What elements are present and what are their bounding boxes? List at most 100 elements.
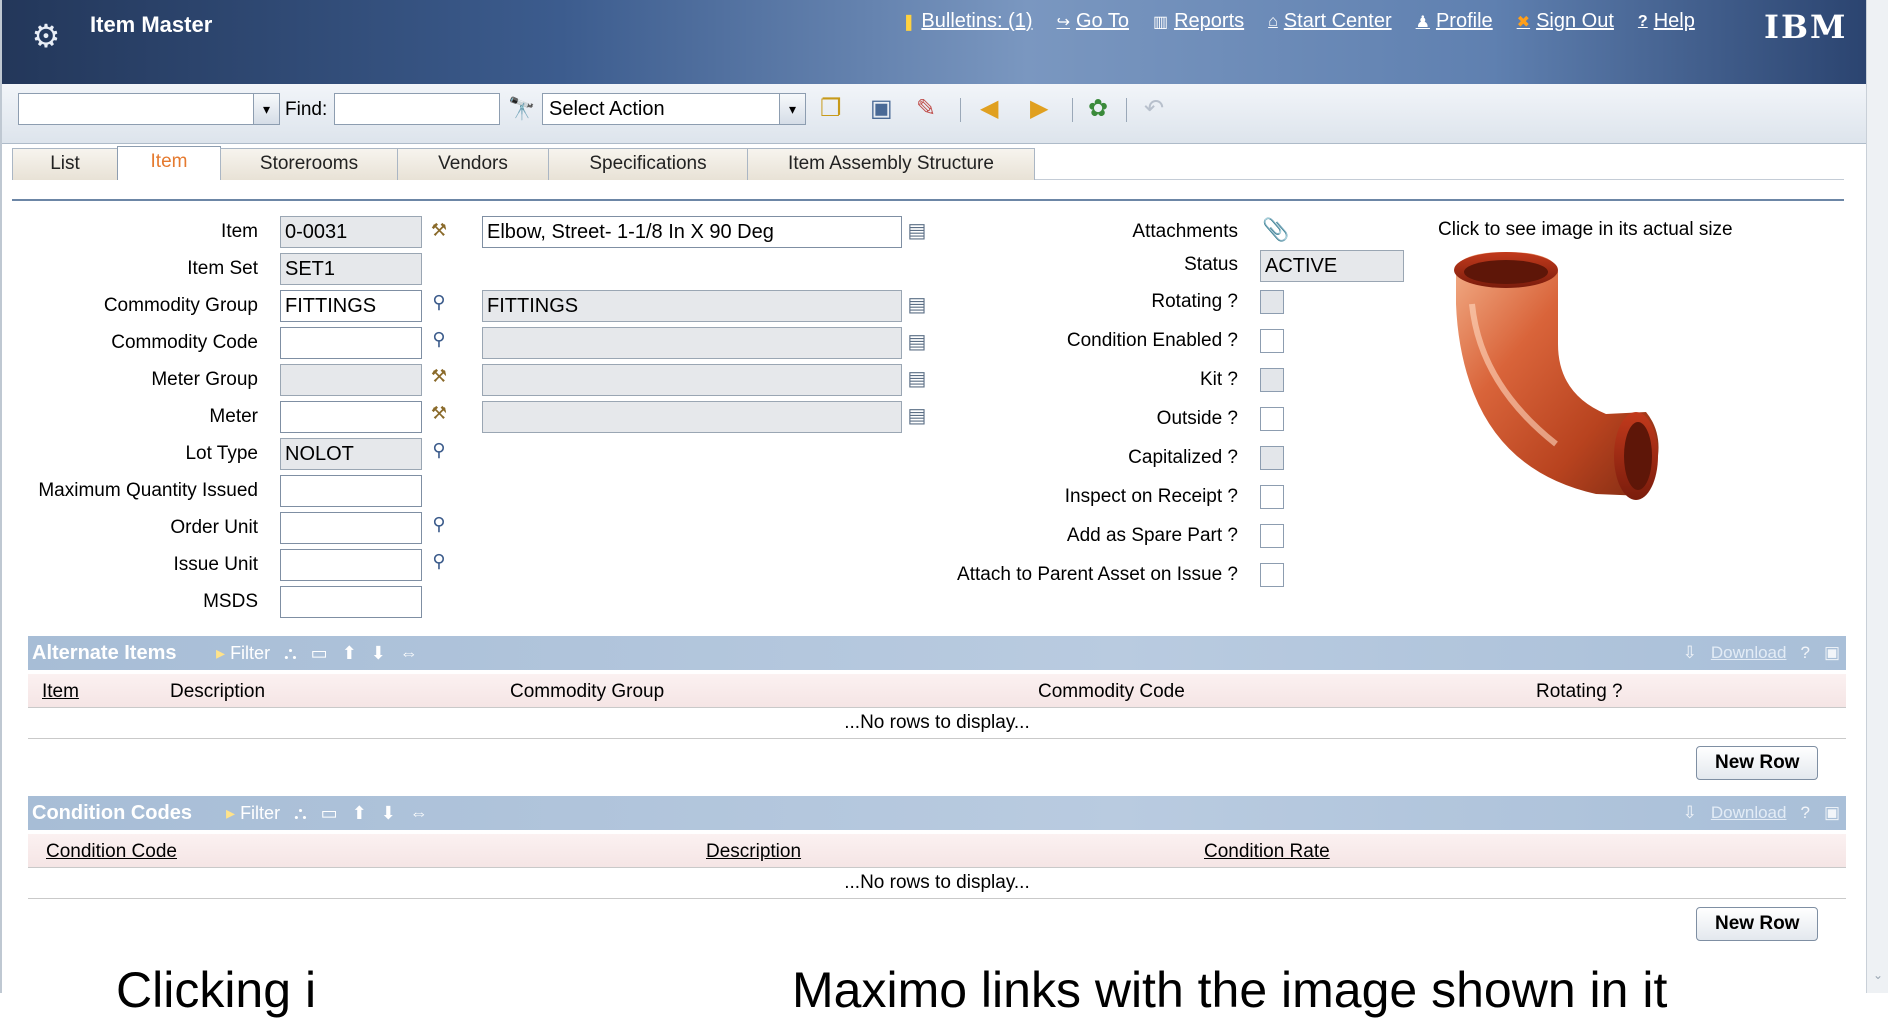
reports-link[interactable]: ▥ Reports xyxy=(1153,10,1244,33)
download-icon: ⇩ xyxy=(1682,643,1697,662)
scroll-down-icon[interactable]: ⌄ xyxy=(1871,968,1885,982)
inspect-on-receipt-checkbox[interactable] xyxy=(1260,485,1284,509)
clear-filter-icon[interactable]: ⛬ xyxy=(284,643,297,664)
chevron-down-icon[interactable]: ▾ xyxy=(779,94,805,124)
issue-unit-field[interactable] xyxy=(280,549,422,581)
arrow-down-icon[interactable]: ⬇ xyxy=(381,803,396,824)
select-action-dropdown[interactable]: Select Action ▾ xyxy=(542,93,806,125)
bookmark-icon[interactable]: ▭ xyxy=(311,643,328,664)
arrow-down-icon[interactable]: ⬇ xyxy=(371,643,386,664)
attachments-label: Attachments xyxy=(1132,221,1238,242)
goto-label: Go To xyxy=(1075,10,1129,32)
double-arrow-icon[interactable]: ⇔ xyxy=(400,643,418,664)
profile-link[interactable]: ♟ Profile xyxy=(1416,10,1493,33)
commodity-group-field[interactable]: FITTINGS xyxy=(280,290,422,322)
binoculars-icon[interactable]: 🔭 xyxy=(508,96,535,122)
lookup-magnifier-icon[interactable]: ⚲ xyxy=(428,292,450,313)
filter-toggle[interactable]: ▸ Filter xyxy=(216,643,270,664)
long-description-icon[interactable]: ▤ xyxy=(906,292,928,317)
outside-label: Outside ? xyxy=(1156,408,1238,429)
tab-item[interactable]: Item xyxy=(117,146,221,180)
long-description-icon[interactable]: ▤ xyxy=(906,403,928,428)
tab-specifications[interactable]: Specifications xyxy=(548,148,748,180)
download-link[interactable]: Download xyxy=(1711,643,1787,663)
condition-codes-new-row-button[interactable]: New Row xyxy=(1696,907,1819,941)
issue-unit-label: Issue Unit xyxy=(173,554,258,575)
query-select[interactable]: ▾ xyxy=(18,93,280,125)
long-description-icon[interactable]: ▤ xyxy=(906,366,928,391)
long-description-icon[interactable]: ▤ xyxy=(906,218,928,243)
max-qty-field[interactable] xyxy=(280,475,422,507)
previous-arrow-icon[interactable]: ◀ xyxy=(980,96,998,122)
alternate-items-new-row-button[interactable]: New Row xyxy=(1696,746,1819,780)
double-arrow-icon[interactable]: ⇔ xyxy=(410,803,428,824)
download-icon: ⇩ xyxy=(1682,803,1697,822)
copper-elbow-image[interactable] xyxy=(1446,244,1686,514)
new-record-icon[interactable]: ❐ xyxy=(820,96,842,122)
arrow-up-icon[interactable]: ⬆ xyxy=(342,643,357,664)
commodity-code-field[interactable] xyxy=(280,327,422,359)
sign-out-link[interactable]: ✖ Sign Out xyxy=(1517,10,1614,33)
order-unit-field[interactable] xyxy=(280,512,422,544)
tab-vendors[interactable]: Vendors xyxy=(397,148,549,180)
col-condition-rate[interactable]: Condition Rate xyxy=(1204,841,1330,863)
clear-filter-icon[interactable]: ⛬ xyxy=(294,803,307,824)
item-field[interactable]: 0-0031 xyxy=(280,216,422,248)
tab-item-assembly-structure[interactable]: Item Assembly Structure xyxy=(747,148,1035,180)
tab-list[interactable]: List xyxy=(12,148,118,180)
find-input[interactable] xyxy=(334,93,500,125)
start-center-link[interactable]: ⌂ Start Center xyxy=(1268,10,1392,33)
bulletins-link[interactable]: ❚ Bulletins: (1) xyxy=(902,10,1033,33)
condition-enabled-checkbox[interactable] xyxy=(1260,329,1284,353)
help-question-icon[interactable]: ? xyxy=(1800,643,1809,663)
filter-toggle[interactable]: ▸ Filter xyxy=(226,803,280,824)
attach-to-parent-asset-checkbox[interactable] xyxy=(1260,563,1284,587)
detail-menu-wrench-icon[interactable]: ⚒ xyxy=(428,403,450,424)
bulletins-label: Bulletins: (1) xyxy=(921,10,1033,32)
bookmark-icon[interactable]: ▭ xyxy=(321,803,338,824)
arrow-up-icon[interactable]: ⬆ xyxy=(352,803,367,824)
col-item[interactable]: Item xyxy=(42,681,79,703)
header-nav: ❚ Bulletins: (1) ↪ Go To ▥ Reports ⌂ Start C… xyxy=(902,10,1719,33)
long-description-icon[interactable]: ▤ xyxy=(906,329,928,354)
chevron-down-icon[interactable]: ▾ xyxy=(253,94,279,124)
maximize-table-icon[interactable]: ▣ xyxy=(1824,643,1840,663)
item-description-field[interactable]: Elbow, Street- 1-1/8 In X 90 Deg xyxy=(482,216,902,248)
col-description[interactable]: Description xyxy=(706,841,801,863)
detail-menu-wrench-icon[interactable]: ⚒ xyxy=(428,366,450,387)
col-condition-code[interactable]: Condition Code xyxy=(46,841,177,863)
download-link[interactable]: Download xyxy=(1711,803,1787,823)
save-icon[interactable]: ▣ xyxy=(870,96,893,122)
row-divider xyxy=(28,898,1846,899)
add-as-spare-part-checkbox[interactable] xyxy=(1260,524,1284,548)
undo-arrow-icon[interactable]: ↶ xyxy=(1144,96,1164,122)
detail-menu-wrench-icon[interactable]: ⚒ xyxy=(428,220,450,241)
kit-label: Kit ? xyxy=(1199,369,1238,390)
lookup-magnifier-icon[interactable]: ⚲ xyxy=(428,440,450,461)
reports-label: Reports xyxy=(1174,10,1245,32)
help-question-icon[interactable]: ? xyxy=(1800,803,1809,823)
alternate-items-header: Alternate Items ▸ Filter ⛬ ▭ ⬆ ⬇ ⇔ ⇩ Dow… xyxy=(28,636,1846,670)
lot-type-field[interactable]: NOLOT xyxy=(280,438,422,470)
help-link[interactable]: ? Help xyxy=(1638,10,1695,33)
condition-codes-columns: Condition Code Description Condition Rat… xyxy=(28,834,1846,868)
maximize-table-icon[interactable]: ▣ xyxy=(1824,803,1840,823)
meter-field[interactable] xyxy=(280,401,422,433)
msds-field[interactable] xyxy=(280,586,422,618)
meter-group-field[interactable] xyxy=(280,364,422,396)
tab-storerooms[interactable]: Storerooms xyxy=(220,148,398,180)
alternate-items-right-tools: ⇩ Download ? ▣ xyxy=(1683,643,1840,663)
condition-codes-tools: ▸ Filter ⛬ ▭ ⬆ ⬇ ⇔ xyxy=(226,803,428,824)
scrollbar[interactable]: ⌄ xyxy=(1866,0,1888,993)
outside-checkbox[interactable] xyxy=(1260,407,1284,431)
next-arrow-icon[interactable]: ▶ xyxy=(1030,96,1048,122)
clear-eraser-icon[interactable]: ✎ xyxy=(916,96,936,122)
lookup-magnifier-icon[interactable]: ⚲ xyxy=(428,329,450,350)
goto-link[interactable]: ↪ Go To xyxy=(1057,10,1129,33)
lookup-magnifier-icon[interactable]: ⚲ xyxy=(428,514,450,535)
workflow-icon[interactable]: ✿ xyxy=(1088,96,1108,122)
item-master-gear-icon: ⚙ xyxy=(31,18,61,54)
paperclip-icon[interactable]: 📎 xyxy=(1262,217,1289,243)
condition-enabled-label: Condition Enabled ? xyxy=(1066,330,1238,351)
lookup-magnifier-icon[interactable]: ⚲ xyxy=(428,551,450,572)
